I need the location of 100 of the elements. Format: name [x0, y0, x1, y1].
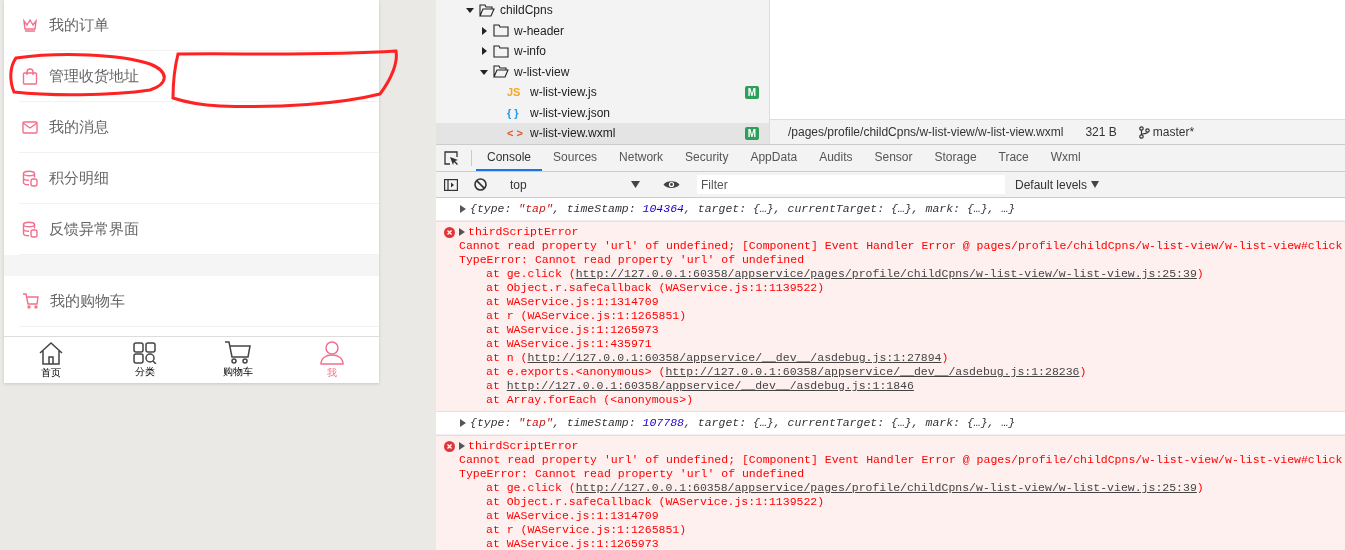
log-levels-dropdown[interactable]: Default levels — [1005, 177, 1110, 192]
devtools-tab[interactable]: Sensor — [863, 145, 924, 171]
file-size: 321 B — [1085, 125, 1117, 139]
error-title[interactable]: thirdScriptError — [468, 225, 579, 239]
cart-icon — [22, 293, 39, 309]
dropdown-caret-icon — [1091, 181, 1100, 188]
cart-icon — [224, 341, 253, 364]
collapse-caret-icon[interactable] — [480, 67, 488, 76]
folder-name: w-list-view — [514, 64, 570, 79]
file-row[interactable]: { } w-list-view.json — [436, 102, 769, 123]
expand-caret-icon[interactable] — [480, 47, 488, 56]
stack-frame-link[interactable]: http://127.0.0.1:60358/appservice/pages/profile/childCpns/w-list-view/w-list-view.js:25:39 — [575, 267, 1197, 281]
stack-frame-text: at Array.forEach (<anonymous>) — [486, 393, 694, 407]
file-row[interactable]: JS w-list-view.js M — [436, 82, 769, 103]
context-select[interactable]: top — [504, 172, 646, 197]
error-text: TypeError: Cannot read property 'url' of undefined — [459, 467, 806, 481]
error-text: Cannot read property 'url' of undefined; [Component] Event Handler Error @ pages/profile/childCpns/w-list-view/w-list-view#click — [459, 453, 1343, 467]
home-icon — [37, 340, 64, 365]
inspect-icon[interactable] — [444, 150, 459, 166]
folder-row[interactable]: w-list-view — [436, 61, 769, 82]
menu-item[interactable]: 管理收货地址 — [19, 51, 379, 102]
error-icon — [444, 441, 455, 452]
devtools-tab[interactable]: AppData — [739, 145, 809, 171]
error-icon — [444, 227, 455, 238]
stack-frame-text: at WAService.js:1:1265973 — [486, 323, 659, 337]
stack-frame-link[interactable]: http://127.0.0.1:60358/appservice/__dev__/asdebug.js:1:1846 — [506, 379, 914, 393]
stack-frame-text: ) — [1196, 267, 1204, 281]
expand-caret-icon[interactable] — [480, 26, 488, 35]
folder-row[interactable]: childCpns — [436, 0, 769, 21]
sidebar-toggle-icon[interactable] — [444, 178, 458, 191]
folder-row[interactable]: w-info — [436, 41, 769, 62]
folder-icon — [493, 24, 509, 38]
error-title[interactable]: thirdScriptError — [468, 439, 579, 453]
branch-icon — [1138, 125, 1150, 139]
user-icon — [320, 340, 345, 365]
stack-frame-link[interactable]: http://127.0.0.1:60358/appservice/__dev__/asdebug.js:1:27894 — [527, 351, 942, 365]
stack-frame-text: at WAService.js:1:1265973 — [486, 537, 659, 550]
expand-caret-icon[interactable] — [459, 442, 465, 450]
expand-caret-icon[interactable] — [459, 228, 465, 236]
eye-icon[interactable] — [663, 179, 680, 190]
coins-icon — [22, 220, 38, 238]
menu-item[interactable]: 我的消息 — [19, 102, 379, 153]
stack-frame-text: at Object.r.safeCallback (WAService.js:1:1139522) — [486, 281, 825, 295]
stack-frame-text: at WAService.js:1:1314709 — [486, 295, 659, 309]
open-folder-icon — [479, 3, 495, 17]
stack-frame-text: at WAService.js:1:435971 — [486, 337, 652, 351]
stack-frame-text: at r (WAService.js:1:1265851) — [486, 309, 687, 323]
stack-frame-text: ) — [1196, 481, 1204, 495]
folder-row[interactable]: w-header — [436, 20, 769, 41]
devtools-tab[interactable]: Storage — [923, 145, 988, 171]
event-object-text[interactable]: {type: "tap", timeStamp: 104364, target: {…}, currentTarget: {…}, mark: {…}, …} — [470, 202, 1016, 216]
error-text: Cannot read property 'url' of undefined; [Component] Event Handler Error @ pages/profile/childCpns/w-list-view/w-list-view#click — [459, 239, 1343, 253]
file-name: w-list-view.js — [530, 85, 597, 100]
coins-icon — [22, 169, 38, 187]
stack-frame-text: ) — [1079, 365, 1087, 379]
error-text: TypeError: Cannot read property 'url' of undefined — [459, 253, 806, 267]
devtools-tab[interactable]: Network — [608, 145, 675, 171]
file-type-icon: < > — [507, 127, 525, 140]
stack-frame-link[interactable]: http://127.0.0.1:60358/appservice/pages/profile/childCpns/w-list-view/w-list-view.js:25:39 — [575, 481, 1197, 495]
clear-console-icon[interactable] — [474, 178, 487, 191]
devtools-tab[interactable]: Wxml — [1039, 145, 1092, 171]
modified-badge: M — [744, 126, 759, 140]
stack-frame-text: at WAService.js:1:1314709 — [486, 509, 659, 523]
folder-name: w-header — [514, 23, 565, 38]
file-name: w-list-view.wxml — [530, 126, 616, 141]
menu-item[interactable]: 我的订单 — [19, 0, 379, 51]
file-row[interactable]: < > w-list-view.wxml M — [436, 123, 769, 144]
file-name: w-list-view.json — [530, 105, 610, 120]
filter-field[interactable]: Filter — [697, 175, 1005, 194]
dropdown-caret-icon — [631, 181, 640, 188]
event-object-text[interactable]: {type: "tap", timeStamp: 107788, target: {…}, currentTarget: {…}, mark: {…}, …} — [470, 416, 1016, 430]
collapse-caret-icon[interactable] — [466, 6, 474, 15]
stack-frame-link[interactable]: http://127.0.0.1:60358/appservice/__dev__/asdebug.js:1:28236 — [665, 365, 1080, 379]
stack-frame-text: at — [486, 379, 501, 393]
devtools-tab[interactable]: Security — [674, 145, 740, 171]
stack-frame-text: at n ( — [486, 351, 528, 365]
stack-frame-text: at Object.r.safeCallback (WAService.js:1:1139522) — [486, 495, 825, 509]
tab-bar-item[interactable]: 首页 — [4, 337, 98, 383]
stack-frame-text: at r (WAService.js:1:1265851) — [486, 523, 687, 537]
file-type-icon: JS — [507, 86, 525, 99]
menu-item[interactable]: 积分明细 — [19, 153, 379, 204]
crown-icon — [22, 18, 38, 32]
devtools-tab[interactable]: Sources — [542, 145, 609, 171]
tab-bar-item[interactable]: 购物车 — [191, 337, 286, 383]
menu-item[interactable]: 我的购物车 — [19, 276, 379, 327]
tab-bar-item[interactable]: 分类 — [97, 337, 192, 383]
folder-icon — [493, 44, 509, 58]
envelope-icon — [22, 120, 38, 134]
devtools-tab[interactable]: Trace — [987, 145, 1040, 171]
grid-icon — [132, 341, 157, 364]
stack-frame-text: at e.exports.<anonymous> ( — [486, 365, 666, 379]
expand-caret-icon[interactable] — [460, 205, 466, 213]
stack-frame-text: at ge.click ( — [486, 267, 576, 281]
bag-icon — [22, 67, 38, 85]
file-path: /pages/profile/childCpns/w-list-view/w-list-view.wxml — [788, 125, 1064, 139]
branch-name[interactable]: master* — [1152, 125, 1195, 139]
open-folder-icon — [493, 65, 509, 79]
devtools-tab[interactable]: Audits — [808, 145, 864, 171]
expand-caret-icon[interactable] — [460, 419, 466, 427]
file-type-icon: { } — [507, 106, 525, 119]
